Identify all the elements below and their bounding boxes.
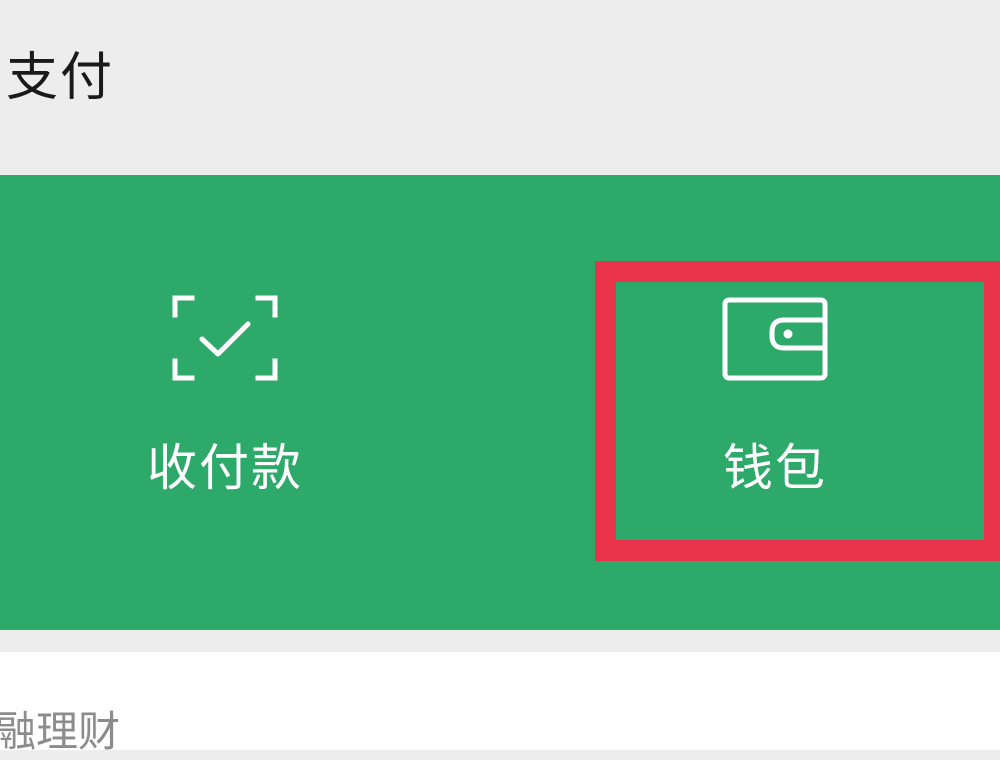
pay-panel: 收付款 钱包 — [0, 175, 1000, 630]
wallet-button[interactable]: 钱包 — [500, 175, 1000, 630]
receive-payment-label: 收付款 — [147, 439, 303, 497]
header: 支付 — [0, 0, 1000, 175]
wallet-label: 钱包 — [723, 439, 827, 497]
section-divider — [0, 630, 1000, 652]
wallet-icon — [722, 297, 828, 381]
finance-section-title: 融理财 — [0, 707, 121, 756]
page-title: 支付 — [6, 48, 115, 108]
finance-section[interactable]: 融理财 — [0, 652, 1000, 756]
receive-payment-button[interactable]: 收付款 — [0, 175, 500, 630]
scan-check-icon — [172, 295, 278, 381]
